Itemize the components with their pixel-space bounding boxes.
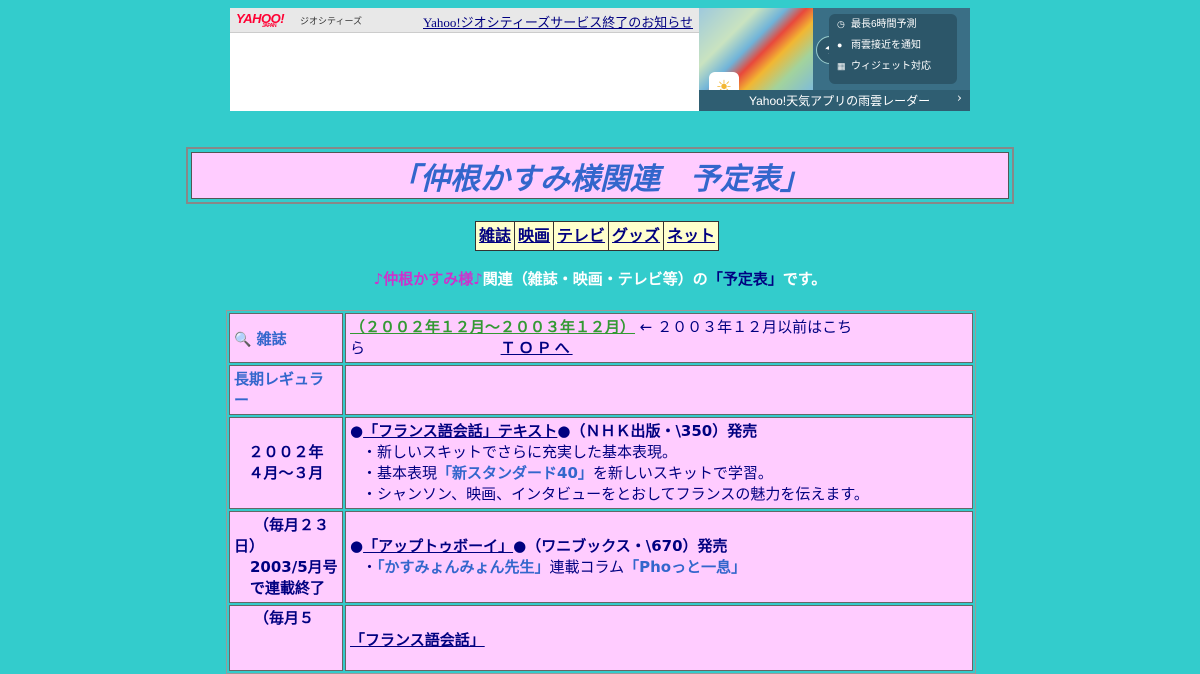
date-line: 2003/5月号 — [250, 558, 338, 576]
date-cell: （毎月２３日） 2003/5月号 で連載終了 — [229, 511, 343, 603]
nav-link-movie[interactable]: 映画 — [515, 222, 555, 250]
intro-name: ♪仲根かすみ様♪ — [373, 270, 483, 288]
ad-left-panel: YAHOO! JAPAN ジオシティーズ Yahoo!ジオシティーズサービス終了… — [230, 8, 699, 111]
entry-detail: ●（ＮＨＫ出版・\350）発売 — [557, 422, 758, 440]
pin-icon: ● — [837, 40, 843, 50]
chevron-right-icon: › — [956, 91, 962, 106]
nav-link-net[interactable]: ネット — [664, 222, 718, 250]
section-label-cell: 🔍 雑誌 — [229, 313, 343, 363]
section-label: 雑誌 — [256, 329, 287, 348]
section-header-cell: （２００２年１２月～２００３年１２月） ← ２００３年１２月以前はこち ら ＴＯ… — [345, 313, 973, 363]
entry-cell: ●「アップトゥボーイ」●（ワニブックス・\670）発売 ・「かすみょんみょん先生… — [345, 511, 973, 603]
table-row: ２００２年 ４月～３月 ●「フランス語会話」テキスト●（ＮＨＫ出版・\350）発… — [229, 417, 973, 509]
feature-item: ● 雨雲接近を通知 — [829, 35, 957, 56]
bullet: ● — [350, 537, 364, 555]
entry-highlight: 「新スタンダード40」 — [437, 464, 593, 482]
entry-line: ・ — [362, 558, 378, 576]
title-box: 「仲根かすみ様関連 予定表」 — [191, 152, 1009, 199]
schedule-table: 🔍 雑誌 （２００２年１２月～２００３年１２月） ← ２００３年１２月以前はこち… — [226, 310, 976, 674]
weather-ad-text: Yahoo!天気アプリの雨雲レーダー — [749, 94, 931, 108]
title-frame: 「仲根かすみ様関連 予定表」 — [186, 147, 1014, 204]
feature-list: ◷ 最長6時間予測 ● 雨雲接近を通知 ▦ ウィジェット対応 — [829, 14, 957, 84]
date-cell: ２００２年 ４月～３月 — [229, 417, 343, 509]
category-nav: 雑誌 映画 テレビ グッズ ネット — [475, 221, 720, 251]
regular-empty-cell — [345, 365, 973, 415]
intro-highlight: 「予定表」 — [707, 270, 783, 288]
entry-title-link[interactable]: 「フランス語会話」テキスト — [363, 422, 557, 440]
intro-end: です。 — [782, 270, 827, 288]
period-link[interactable]: （２００２年１２月～２００３年１２月） — [350, 318, 635, 336]
date-cell: （毎月５ — [229, 605, 343, 671]
feature-item: ▦ ウィジェット対応 — [829, 56, 957, 77]
entry-line: ・基本表現 — [362, 464, 438, 482]
entry-title-link[interactable]: 「フランス語会話」 — [350, 631, 485, 649]
service-end-notice-link[interactable]: Yahoo!ジオシティーズサービス終了のお知らせ — [423, 12, 693, 31]
weather-ad-bottom-bar[interactable]: Yahoo!天気アプリの雨雲レーダー › — [699, 90, 970, 111]
table-row: 長期レギュラー — [229, 365, 973, 415]
entry-highlight: 「Phoっと一息」 — [624, 558, 747, 576]
entry-line: ・新しいスキットでさらに充実した基本表現。 — [362, 443, 678, 461]
nav-link-goods[interactable]: グッズ — [609, 222, 665, 250]
ad-header-strip: YAHOO! JAPAN ジオシティーズ Yahoo!ジオシティーズサービス終了… — [230, 8, 699, 33]
entry-title-link[interactable]: 「アップトゥボーイ」 — [363, 537, 513, 555]
yahoo-logo-text: YAHOO! — [236, 11, 285, 26]
page-title: 「仲根かすみ様関連 予定表」 — [390, 161, 810, 197]
table-row: （毎月５ 「フランス語会話」 — [229, 605, 973, 671]
clock-icon: ◷ — [837, 19, 845, 29]
widget-icon: ▦ — [837, 61, 846, 71]
top-link[interactable]: ＴＯＰへ — [501, 339, 573, 357]
geocities-label: ジオシティーズ — [300, 16, 363, 26]
weather-app-ad[interactable]: ☀ ☂ ◷最長6時間予測 ●雨雲接近を通知 ▦ウィジェット対応 Yahoo!天気… — [699, 8, 970, 111]
bullet: ● — [350, 422, 364, 440]
nav-link-magazine[interactable]: 雑誌 — [476, 222, 516, 250]
intro-text: ♪仲根かすみ様♪関連（雑誌・映画・テレビ等）の「予定表」です。 — [0, 268, 1200, 289]
date-line: （毎月２３日） — [234, 516, 330, 555]
table-row: 🔍 雑誌 （２００２年１２月～２００３年１２月） ← ２００３年１２月以前はこち… — [229, 313, 973, 363]
yahoo-logo[interactable]: YAHOO! JAPAN — [236, 11, 285, 29]
ad-banner[interactable]: YAHOO! JAPAN ジオシティーズ Yahoo!ジオシティーズサービス終了… — [230, 8, 970, 111]
feature-item: ◷ 最長6時間予測 — [829, 14, 957, 35]
regular-label-cell: 長期レギュラー — [229, 365, 343, 415]
entry-highlight: 「かすみょんみょん先生」 — [377, 558, 550, 576]
before-text: ← ２００３年１２月以前はこち — [639, 318, 853, 336]
entry-cell: ●「フランス語会話」テキスト●（ＮＨＫ出版・\350）発売 ・新しいスキットでさ… — [345, 417, 973, 509]
entry-detail: ●（ワニブックス・\670）発売 — [513, 537, 728, 555]
table-row: （毎月２３日） 2003/5月号 で連載終了 ●「アップトゥボーイ」●（ワニブッ… — [229, 511, 973, 603]
magnifier-icon: 🔍 — [234, 331, 252, 348]
regular-label: 長期レギュラー — [234, 370, 325, 409]
date-line: で連載終了 — [250, 579, 326, 597]
before-text-cont: ら — [350, 339, 366, 357]
date-line: ２００２年 — [248, 443, 324, 461]
date-line: ４月～３月 — [248, 464, 324, 482]
entry-line: を新しいスキットで学習。 — [592, 464, 773, 482]
nav-link-tv[interactable]: テレビ — [554, 222, 610, 250]
intro-middle: 関連（雑誌・映画・テレビ等）の — [482, 270, 708, 288]
entry-line: 連載コラム — [549, 558, 625, 576]
date-line: （毎月５ — [254, 609, 315, 627]
entry-line: ・シャンソン、映画、インタビューをとおしてフランスの魅力を伝えます。 — [362, 485, 869, 503]
entry-cell: 「フランス語会話」 — [345, 605, 973, 671]
